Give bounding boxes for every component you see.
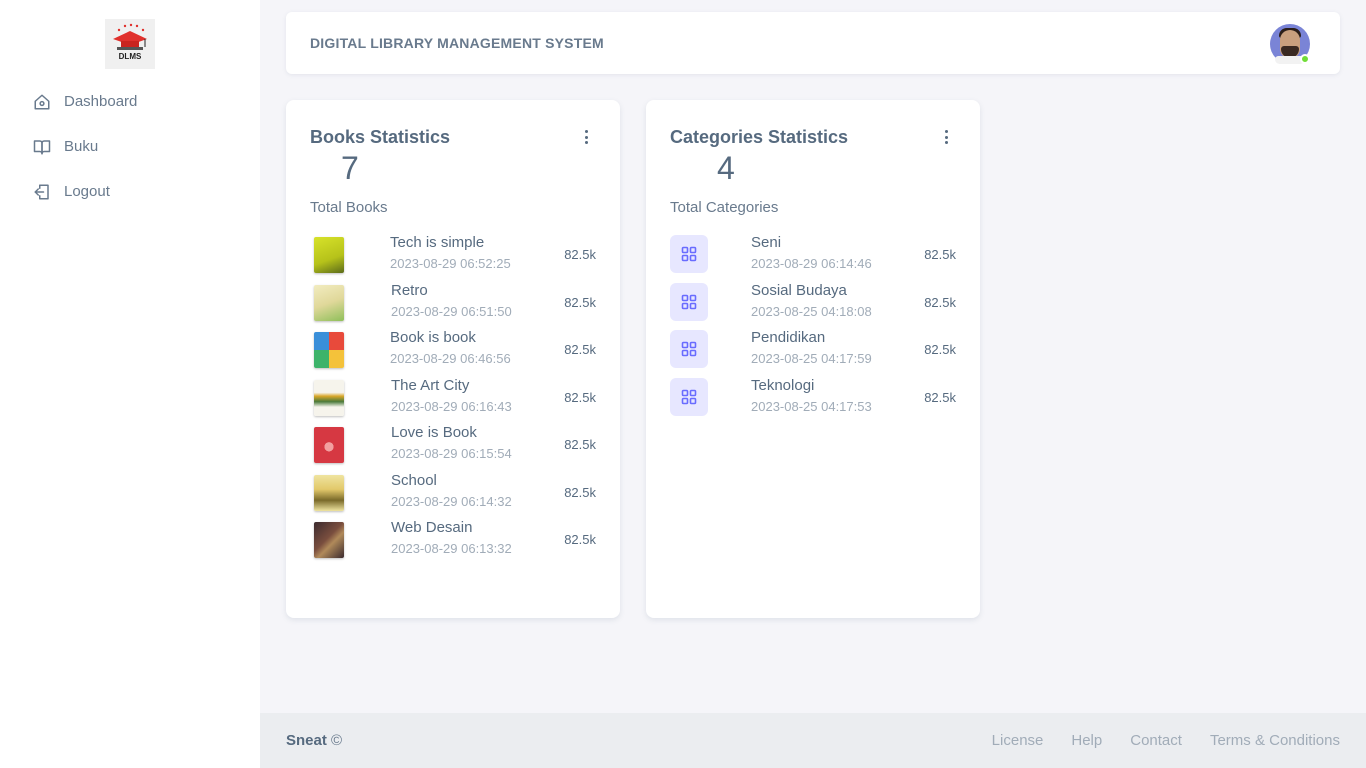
list-item: The Art City 2023-08-29 06:16:43 82.5k — [310, 376, 596, 426]
book-title: Love is Book — [391, 424, 477, 441]
footer-link-terms[interactable]: Terms & Conditions — [1210, 732, 1340, 749]
list-item: Sosial Budaya 2023-08-25 04:18:08 82.5k — [670, 281, 956, 331]
book-cover-image — [314, 474, 344, 511]
book-value: 82.5k — [564, 294, 596, 310]
sidebar-item-label: Dashboard — [64, 93, 138, 110]
more-options-icon[interactable] — [582, 130, 590, 144]
list-item: Retro 2023-08-29 06:51:50 82.5k — [310, 281, 596, 331]
sidebar-item-label: Buku — [64, 138, 99, 155]
book-cover-image — [314, 379, 344, 416]
book-title: The Art City — [391, 376, 470, 394]
category-value: 82.5k — [924, 247, 956, 262]
logo-text: DLMS — [118, 52, 142, 61]
category-date: 2023-08-25 04:18:08 — [751, 303, 872, 319]
categories-list: Seni 2023-08-29 06:14:46 82.5k Sosial Bu… — [670, 234, 956, 426]
sidebar-item-dashboard[interactable]: Dashboard — [0, 79, 260, 124]
category-name: Seni — [751, 234, 782, 251]
book-value: 82.5k — [564, 437, 596, 452]
footer-brand: Sneat © — [286, 732, 342, 749]
footer: Sneat © License Help Contact Terms & Con… — [260, 713, 1366, 768]
sidebar-item-buku[interactable]: Buku — [0, 124, 260, 169]
total-categories-count: 4 — [717, 150, 735, 186]
book-cover-image — [314, 522, 344, 558]
footer-links: License Help Contact Terms & Conditions — [992, 732, 1340, 749]
list-item: Teknologi 2023-08-25 04:17:53 82.5k — [670, 376, 956, 426]
book-value: 82.5k — [564, 342, 596, 357]
list-item: Seni 2023-08-29 06:14:46 82.5k — [670, 234, 956, 283]
categories-statistics-card: Categories Statistics 4 Total Categories… — [646, 100, 980, 618]
category-date: 2023-08-29 06:14:46 — [751, 256, 872, 271]
logout-icon — [33, 183, 51, 201]
book-title: Web Desain — [391, 519, 473, 536]
page-title: DIGITAL LIBRARY MANAGEMENT SYSTEM — [310, 35, 604, 51]
home-icon — [33, 93, 51, 111]
category-date: 2023-08-25 04:17:59 — [751, 351, 872, 366]
category-name: Pendidikan — [751, 329, 826, 346]
category-name: Teknologi — [751, 376, 815, 394]
book-value: 82.5k — [564, 389, 596, 405]
more-options-icon[interactable] — [942, 130, 950, 144]
category-date: 2023-08-25 04:17:53 — [751, 398, 872, 414]
book-cover-image — [314, 284, 344, 321]
book-cover-image — [314, 427, 344, 463]
list-item: Tech is simple 2023-08-29 06:52:25 82.5k — [310, 234, 596, 283]
book-title: Book is book — [390, 329, 476, 346]
graduation-cap-icon — [113, 23, 147, 50]
book-title: Retro — [391, 281, 428, 299]
books-statistics-card: Books Statistics 7 Total Books Tech is s… — [286, 100, 620, 618]
sidebar-item-logout[interactable]: Logout — [0, 169, 260, 214]
sidebar-item-label: Logout — [64, 183, 110, 200]
online-status-dot — [1300, 54, 1310, 64]
list-item: Pendidikan 2023-08-25 04:17:59 82.5k — [670, 329, 956, 378]
book-cover-image — [314, 332, 344, 368]
grid-icon — [670, 282, 708, 321]
book-value: 82.5k — [564, 484, 596, 500]
list-item: Love is Book 2023-08-29 06:15:54 82.5k — [310, 424, 596, 473]
footer-link-contact[interactable]: Contact — [1130, 732, 1182, 749]
category-name: Sosial Budaya — [751, 281, 847, 299]
book-title: School — [391, 471, 437, 489]
sidebar-menu: Dashboard Buku Logout — [0, 79, 260, 214]
book-date: 2023-08-29 06:46:56 — [390, 351, 511, 366]
book-open-icon — [33, 138, 51, 156]
book-date: 2023-08-29 06:16:43 — [391, 398, 512, 414]
card-title: Books Statistics — [310, 127, 451, 147]
books-list: Tech is simple 2023-08-29 06:52:25 82.5k… — [310, 234, 596, 568]
book-value: 82.5k — [564, 532, 596, 547]
grid-icon — [670, 330, 708, 368]
book-date: 2023-08-29 06:14:32 — [391, 493, 512, 509]
total-books-count: 7 — [341, 150, 359, 186]
list-item: School 2023-08-29 06:14:32 82.5k — [310, 471, 596, 521]
list-item: Book is book 2023-08-29 06:46:56 82.5k — [310, 329, 596, 378]
book-title: Tech is simple — [390, 234, 485, 251]
footer-link-license[interactable]: License — [992, 732, 1044, 749]
book-value: 82.5k — [564, 247, 596, 262]
app-logo[interactable]: DLMS — [105, 19, 155, 69]
grid-icon — [670, 235, 708, 273]
copyright-symbol: © — [331, 732, 343, 749]
top-navbar: DIGITAL LIBRARY MANAGEMENT SYSTEM — [286, 12, 1340, 74]
category-value: 82.5k — [924, 342, 956, 357]
book-date: 2023-08-29 06:13:32 — [391, 541, 512, 556]
user-avatar[interactable] — [1270, 24, 1310, 64]
total-categories-label: Total Categories — [670, 199, 779, 216]
card-title: Categories Statistics — [670, 127, 849, 147]
list-item: Web Desain 2023-08-29 06:13:32 82.5k — [310, 519, 596, 568]
sidebar: DLMS Dashboard Buku Logout — [0, 0, 260, 768]
category-value: 82.5k — [924, 389, 956, 405]
category-value: 82.5k — [924, 294, 956, 310]
brand-name[interactable]: Sneat — [286, 732, 327, 749]
book-date: 2023-08-29 06:51:50 — [391, 303, 512, 319]
footer-link-help[interactable]: Help — [1071, 732, 1102, 749]
book-cover-image — [314, 237, 344, 273]
book-date: 2023-08-29 06:52:25 — [390, 256, 511, 271]
total-books-label: Total Books — [310, 199, 388, 216]
book-date: 2023-08-29 06:15:54 — [391, 446, 512, 461]
grid-icon — [670, 377, 708, 416]
